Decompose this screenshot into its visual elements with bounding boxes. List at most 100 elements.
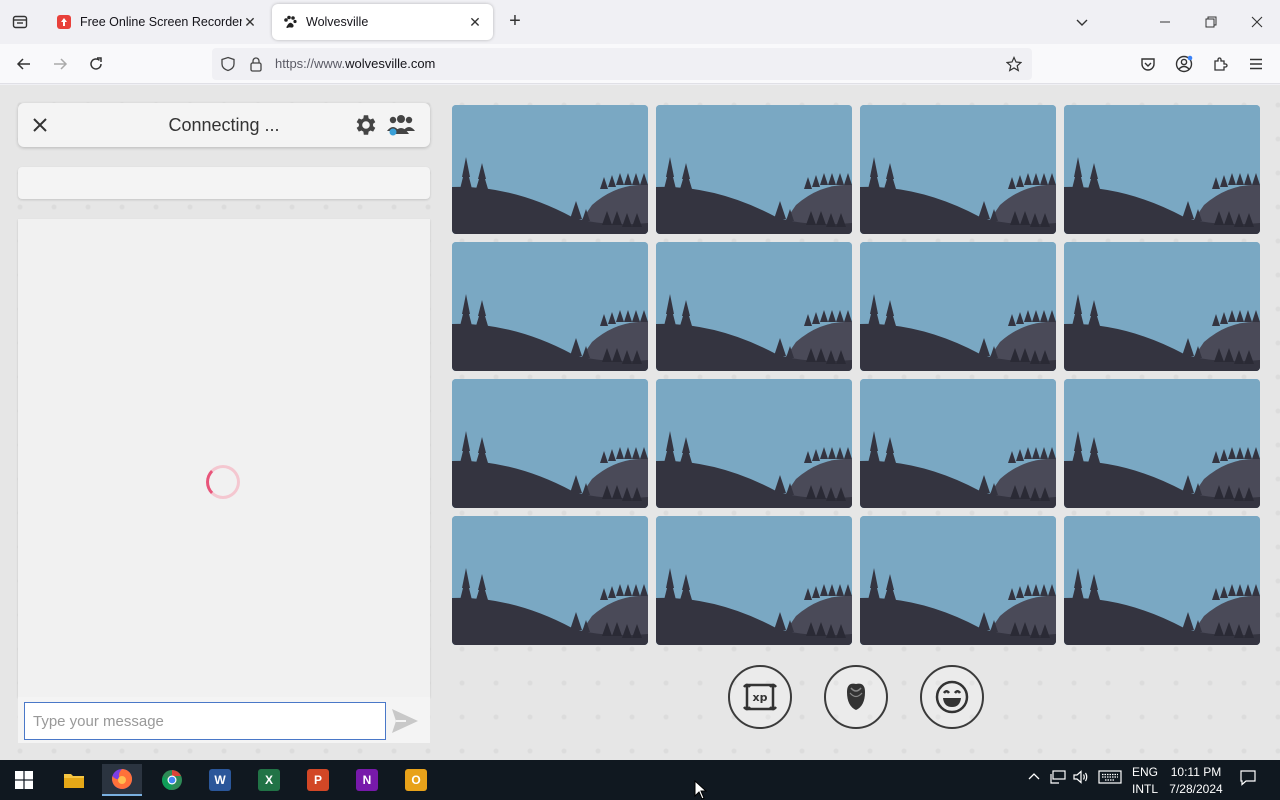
excel-icon[interactable]: X [249, 764, 289, 796]
chevron-down-icon[interactable] [1070, 10, 1094, 34]
smile-icon [935, 680, 969, 714]
tab-title: Free Online Screen Recorder & [80, 15, 242, 29]
url-prefix: https://www. [275, 56, 346, 71]
landscape-placeholder-icon [1064, 105, 1260, 234]
landscape-placeholder-icon [860, 105, 1056, 234]
player-slot-card[interactable] [1064, 242, 1260, 371]
player-slot-card[interactable] [656, 105, 852, 234]
player-slot-card[interactable] [860, 242, 1056, 371]
xp-label: xp [753, 691, 768, 704]
player-slot-card[interactable] [1064, 379, 1260, 508]
outlook-icon[interactable]: O [396, 764, 436, 796]
chrome-icon[interactable] [152, 764, 192, 796]
keyboard-icon[interactable] [1098, 770, 1122, 787]
windows-start-icon[interactable] [4, 764, 44, 796]
tab-title: Wolvesville [306, 15, 369, 29]
network-icon[interactable] [1050, 770, 1066, 787]
chat-header: Connecting ... [18, 103, 430, 147]
landscape-placeholder-icon [860, 516, 1056, 645]
account-icon[interactable] [1172, 52, 1196, 76]
tab-list-icon[interactable] [8, 10, 32, 34]
chevron-up-icon[interactable] [1027, 770, 1041, 787]
browser-tab-bar: Free Online Screen Recorder & ✕ Wolvesvi… [0, 0, 1280, 44]
landscape-placeholder-icon [452, 379, 648, 508]
send-icon[interactable] [390, 707, 420, 735]
player-slot-card[interactable] [860, 105, 1056, 234]
tab-screen-recorder[interactable]: Free Online Screen Recorder & ✕ [46, 4, 268, 40]
input-language[interactable]: ENG INTL [1132, 764, 1158, 798]
url-domain: wolvesville.com [345, 56, 436, 71]
chat-topic-bar [18, 167, 430, 199]
lock-icon[interactable] [248, 56, 264, 77]
firefox-icon[interactable] [102, 764, 142, 796]
player-slot-card[interactable] [452, 242, 648, 371]
game-page: Connecting ... Type your message xp [0, 85, 1280, 760]
landscape-placeholder-icon [656, 516, 852, 645]
player-slot-card[interactable] [1064, 516, 1260, 645]
powerpoint-icon[interactable]: P [298, 764, 338, 796]
close-tab-icon[interactable]: ✕ [467, 14, 483, 30]
emoji-button[interactable] [920, 665, 984, 729]
address-bar[interactable]: https://www.wolvesville.com [212, 48, 1032, 80]
extensions-icon[interactable] [1208, 52, 1232, 76]
landscape-placeholder-icon [452, 242, 648, 371]
reload-icon[interactable] [84, 52, 108, 76]
menu-icon[interactable] [1244, 52, 1268, 76]
tab-wolvesville[interactable]: Wolvesville ✕ [272, 4, 493, 40]
windows-taskbar: W X P N O ENG INTL 10:11 PM 7/28/2024 [0, 760, 1280, 800]
landscape-placeholder-icon [656, 242, 852, 371]
back-arrow-icon[interactable] [12, 52, 36, 76]
player-slot-card[interactable] [452, 379, 648, 508]
notifications-icon[interactable] [1240, 770, 1256, 789]
player-slot-card[interactable] [656, 516, 852, 645]
xp-scroll-icon: xp [743, 683, 777, 711]
url-text[interactable]: https://www.wolvesville.com [275, 56, 435, 71]
bookmark-star-icon[interactable] [1005, 56, 1023, 77]
close-window-icon[interactable] [1245, 10, 1269, 34]
player-slot-card[interactable] [656, 242, 852, 371]
browser-nav-bar: https://www.wolvesville.com [0, 44, 1280, 84]
message-input[interactable] [24, 702, 386, 740]
new-tab-icon[interactable]: + [504, 10, 526, 32]
landscape-placeholder-icon [860, 242, 1056, 371]
player-slot-card[interactable] [656, 379, 852, 508]
volume-icon[interactable] [1073, 770, 1089, 787]
lang-top: ENG [1132, 765, 1159, 779]
word-icon[interactable]: W [200, 764, 240, 796]
player-grid [452, 105, 1260, 645]
recorder-icon [56, 14, 72, 30]
players-icon[interactable] [386, 112, 416, 138]
minimize-icon[interactable] [1153, 10, 1177, 34]
rose-button[interactable] [824, 665, 888, 729]
taskbar-clock[interactable]: 10:11 PM 7/28/2024 [1166, 764, 1226, 798]
restore-icon[interactable] [1199, 10, 1223, 34]
loading-spinner [206, 465, 240, 499]
lang-bottom: INTL [1132, 782, 1159, 796]
player-slot-card[interactable] [452, 105, 648, 234]
forward-arrow-icon[interactable] [48, 52, 72, 76]
clock-date: 7/28/2024 [1169, 782, 1223, 796]
rose-icon [847, 683, 865, 710]
clock-time: 10:11 PM [1170, 765, 1222, 779]
mouse-cursor-icon [694, 779, 708, 800]
chat-messages-panel[interactable] [18, 219, 430, 697]
landscape-placeholder-icon [656, 379, 852, 508]
player-slot-card[interactable] [452, 516, 648, 645]
player-slot-card[interactable] [860, 516, 1056, 645]
paw-icon [282, 14, 298, 30]
landscape-placeholder-icon [452, 105, 648, 234]
xp-button[interactable]: xp [728, 665, 792, 729]
landscape-placeholder-icon [1064, 379, 1260, 508]
landscape-placeholder-icon [656, 105, 852, 234]
chat-input-row [18, 697, 430, 743]
file-explorer-icon[interactable] [54, 764, 94, 796]
onenote-icon[interactable]: N [347, 764, 387, 796]
pocket-icon[interactable] [1136, 52, 1160, 76]
gear-icon[interactable] [352, 112, 378, 138]
shield-icon[interactable] [220, 56, 236, 77]
landscape-placeholder-icon [860, 379, 1056, 508]
close-tab-icon[interactable]: ✕ [242, 14, 258, 30]
landscape-placeholder-icon [1064, 242, 1260, 371]
player-slot-card[interactable] [1064, 105, 1260, 234]
player-slot-card[interactable] [860, 379, 1056, 508]
